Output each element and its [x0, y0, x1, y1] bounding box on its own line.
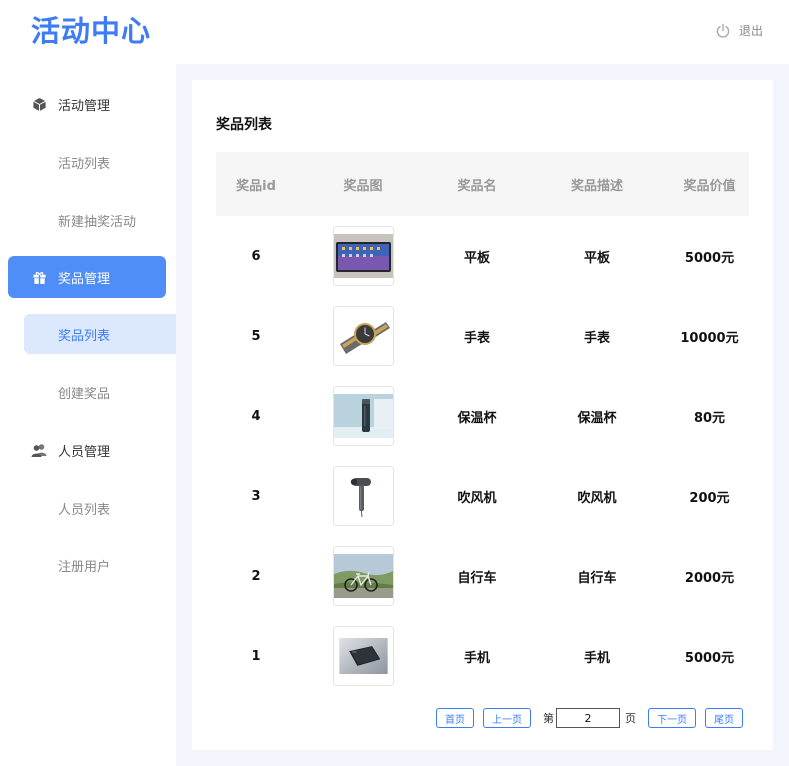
next-page-button[interactable]: 下一页: [648, 708, 696, 728]
sidebar-item-create-prize[interactable]: 创建奖品: [24, 372, 176, 412]
sidebar-group-label: 奖品管理: [58, 271, 111, 287]
hairdryer-photo: [332, 466, 394, 526]
sidebar-group-activity[interactable]: 活动管理: [8, 83, 166, 125]
prize-value: 5000元: [684, 250, 735, 266]
prize-desc: 保温杯: [577, 410, 617, 426]
sidebar-group-label: 活动管理: [58, 98, 111, 114]
page-suffix-label: 页: [625, 712, 636, 725]
users-icon: [30, 441, 48, 459]
prize-value: 80元: [693, 410, 726, 426]
watch-photo: [332, 306, 394, 366]
sidebar: 活动管理 活动列表 新建抽奖活动 奖品管理 奖品列表 创建奖品 人员管理 人员列…: [0, 64, 176, 766]
main-content: 奖品列表 奖品id 奖品图 奖品名 奖品描述 奖品价值 6 平板 平板 5000…: [176, 64, 789, 766]
page-title: 奖品列表: [216, 117, 272, 133]
prev-page-button[interactable]: 上一页: [483, 708, 531, 728]
prize-desc: 平板: [583, 250, 610, 266]
page-prefix-label: 第: [543, 712, 554, 725]
tablet-photo: [332, 226, 394, 286]
table-row: 6 平板 平板 5000元: [216, 216, 749, 296]
prize-desc: 自行车: [577, 570, 617, 586]
prize-id: 6: [251, 248, 261, 264]
sidebar-item-new-lottery[interactable]: 新建抽奖活动: [24, 200, 176, 240]
prize-id: 2: [251, 568, 261, 584]
prize-value: 200元: [689, 490, 730, 506]
prize-name: 自行车: [457, 570, 497, 586]
column-header-value: 奖品价值: [683, 178, 736, 194]
logout-label: 退出: [738, 24, 763, 38]
app-header: 活动中心 退出: [0, 0, 789, 64]
phone-photo: [332, 626, 394, 686]
prize-name: 平板: [463, 250, 490, 266]
prize-table: 奖品id 奖品图 奖品名 奖品描述 奖品价值 6 平板 平板 5000元 5 手…: [216, 152, 749, 696]
prize-desc: 手表: [583, 330, 610, 346]
prize-value: 5000元: [684, 650, 735, 666]
prize-name: 手表: [463, 330, 490, 346]
table-row: 5 手表 手表 10000元: [216, 296, 749, 376]
prize-value: 10000元: [680, 330, 739, 346]
app-logo[interactable]: 活动中心: [31, 13, 151, 49]
pagination: 首页 上一页 第 页 下一页 尾页: [436, 708, 743, 728]
first-page-button[interactable]: 首页: [436, 708, 474, 728]
table-row: 2 自行车 自行车 2000元: [216, 536, 749, 616]
prize-id: 5: [251, 328, 261, 344]
prize-name: 保温杯: [457, 410, 497, 426]
table-row: 1 手机 手机 5000元: [216, 616, 749, 696]
column-header-image: 奖品图: [343, 178, 383, 194]
table-row: 3 吹风机 吹风机 200元: [216, 456, 749, 536]
cube-icon: [30, 95, 48, 113]
sidebar-item-register-user[interactable]: 注册用户: [24, 545, 176, 585]
sidebar-group-prize[interactable]: 奖品管理: [8, 256, 166, 298]
gift-icon: [30, 268, 48, 286]
column-header-name: 奖品名: [457, 178, 497, 194]
column-header-desc: 奖品描述: [570, 178, 623, 194]
table-header: 奖品id 奖品图 奖品名 奖品描述 奖品价值: [216, 152, 749, 216]
page-number-input[interactable]: [556, 708, 620, 728]
prize-name: 吹风机: [457, 490, 497, 506]
sidebar-group-label: 人员管理: [58, 444, 111, 460]
column-header-id: 奖品id: [236, 178, 276, 194]
prize-desc: 吹风机: [577, 490, 617, 506]
logout-button[interactable]: 退出: [715, 22, 763, 39]
sidebar-group-people[interactable]: 人员管理: [8, 429, 166, 471]
last-page-button[interactable]: 尾页: [705, 708, 743, 728]
prize-id: 3: [251, 488, 261, 504]
prize-id: 4: [251, 408, 261, 424]
prize-value: 2000元: [684, 570, 735, 586]
table-row: 4 保温杯 保温杯 80元: [216, 376, 749, 456]
power-icon: [716, 23, 730, 38]
prize-name: 手机: [463, 650, 490, 666]
sidebar-item-activity-list[interactable]: 活动列表: [24, 142, 176, 182]
prize-id: 1: [251, 648, 261, 664]
thermos-photo: [332, 386, 394, 446]
sidebar-item-people-list[interactable]: 人员列表: [24, 488, 176, 528]
sidebar-item-prize-list[interactable]: 奖品列表: [24, 314, 176, 354]
bicycle-photo: [332, 546, 394, 606]
prize-list-card: 奖品列表 奖品id 奖品图 奖品名 奖品描述 奖品价值 6 平板 平板 5000…: [192, 80, 773, 750]
prize-desc: 手机: [583, 650, 610, 666]
